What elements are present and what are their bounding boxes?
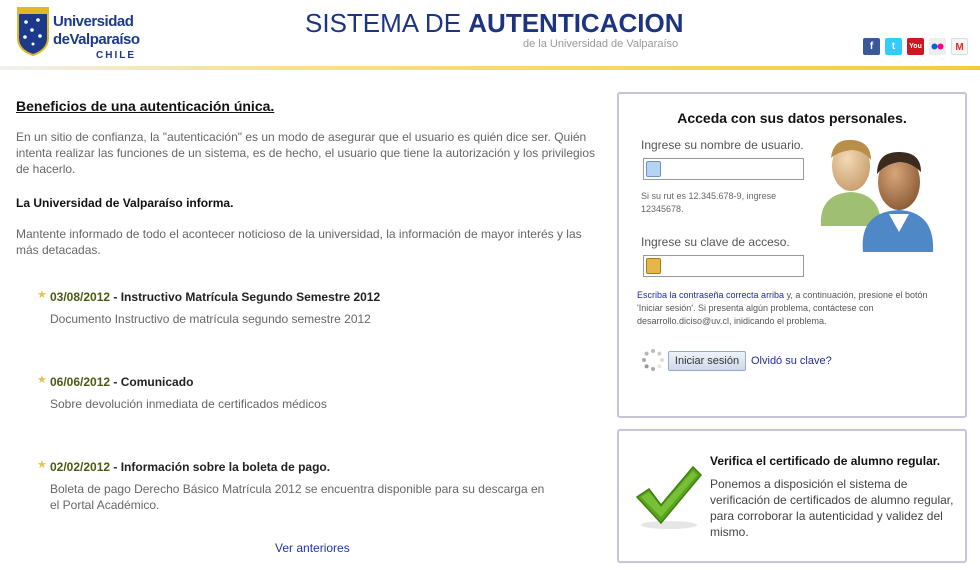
verify-certificate-panel[interactable]: Verifica el certificado de alumno regula… — [617, 429, 967, 563]
news-title: - Información sobre la boleta de pago. — [110, 460, 331, 474]
twitter-icon[interactable]: t — [885, 38, 902, 55]
logo-text-valparaiso: deValparaíso — [53, 31, 140, 48]
benefits-text: En un sitio de confianza, la "autenticac… — [16, 130, 595, 176]
news-item: ★ 03/08/2012 - Instructivo Matrícula Seg… — [37, 289, 570, 327]
username-label: Ingrese su nombre de usuario. — [641, 138, 804, 152]
loading-spinner-icon — [642, 349, 664, 371]
header: Universidad deValparaíso CHILE SISTEMA D… — [0, 0, 980, 72]
checkmark-icon — [635, 465, 703, 529]
inform-text: Mantente informado de todo el acontecer … — [16, 227, 582, 257]
lock-icon — [646, 258, 661, 274]
news-title: - Comunicado — [110, 375, 194, 389]
news-heading[interactable]: ★ 02/02/2012 - Información sobre la bole… — [37, 459, 550, 474]
password-input[interactable] — [643, 255, 804, 277]
verify-title: Verifica el certificado de alumno regula… — [710, 454, 941, 468]
page-subtitle: de la Universidad de Valparaíso — [523, 38, 679, 50]
shield-icon — [17, 7, 49, 56]
username-hint: Si su rut es 12.345.678-9, ingrese 12345… — [641, 191, 777, 214]
password-label: Ingrese su clave de acceso. — [641, 235, 790, 249]
main-content: Beneficios de una autenticación única. E… — [16, 98, 596, 258]
news-date: 02/02/2012 — [50, 460, 111, 474]
news-description: Sobre devolución inmediata de certificad… — [50, 397, 327, 411]
news-title: - Instructivo Matrícula Segundo Semestre… — [110, 290, 381, 304]
instructions-highlight: Escriba la contraseña correcta arriba — [637, 290, 785, 300]
facebook-icon[interactable]: f — [863, 38, 880, 55]
logo-text-university: Universidad — [53, 13, 134, 30]
page-title: SISTEMA DE AUTENTICACION — [305, 8, 683, 39]
logo-text-chile: CHILE — [96, 50, 136, 61]
star-icon: ★ — [37, 374, 47, 386]
verify-text: Ponemos a disposición el sistema de veri… — [710, 477, 954, 539]
youtube-icon[interactable]: You — [907, 38, 924, 55]
login-title: Acceda con sus datos personales. — [677, 110, 907, 126]
forgot-password-link[interactable]: Olvidó su clave? — [751, 355, 832, 367]
star-icon: ★ — [37, 459, 47, 471]
news-description: Boleta de pago Derecho Básico Matrícula … — [50, 482, 545, 512]
login-panel: Acceda con sus datos personales. Ingrese… — [617, 92, 967, 418]
benefits-heading: Beneficios de una autenticación única. — [16, 98, 275, 114]
users-icon — [820, 139, 934, 252]
news-heading[interactable]: ★ 03/08/2012 - Instructivo Matrícula Seg… — [37, 289, 570, 304]
university-logo[interactable]: Universidad deValparaíso CHILE — [16, 4, 146, 62]
page-title-bold: AUTENTICACION — [468, 8, 684, 38]
page-title-light: SISTEMA DE — [305, 8, 469, 38]
login-button[interactable]: Iniciar sesión — [668, 351, 746, 371]
social-links: f t You M — [863, 38, 968, 55]
user-icon — [646, 161, 661, 177]
news-date: 03/08/2012 — [50, 290, 111, 304]
news-description: Documento Instructivo de matrícula segun… — [50, 312, 371, 326]
news-item: ★ 02/02/2012 - Información sobre la bole… — [37, 459, 550, 513]
username-input[interactable] — [643, 158, 804, 180]
news-date: 06/06/2012 — [50, 375, 111, 389]
star-icon: ★ — [37, 289, 47, 301]
news-heading[interactable]: ★ 06/06/2012 - Comunicado — [37, 374, 570, 389]
inform-heading: La Universidad de Valparaíso informa. — [16, 196, 234, 210]
gmail-icon[interactable]: M — [951, 38, 968, 55]
more-news-link[interactable]: Ver anteriores — [275, 541, 350, 555]
header-divider — [0, 66, 980, 70]
flickr-icon[interactable] — [929, 38, 946, 55]
news-item: ★ 06/06/2012 - Comunicado Sobre devoluci… — [37, 374, 570, 412]
login-instructions: Escriba la contraseña correcta arriba y,… — [637, 289, 947, 328]
